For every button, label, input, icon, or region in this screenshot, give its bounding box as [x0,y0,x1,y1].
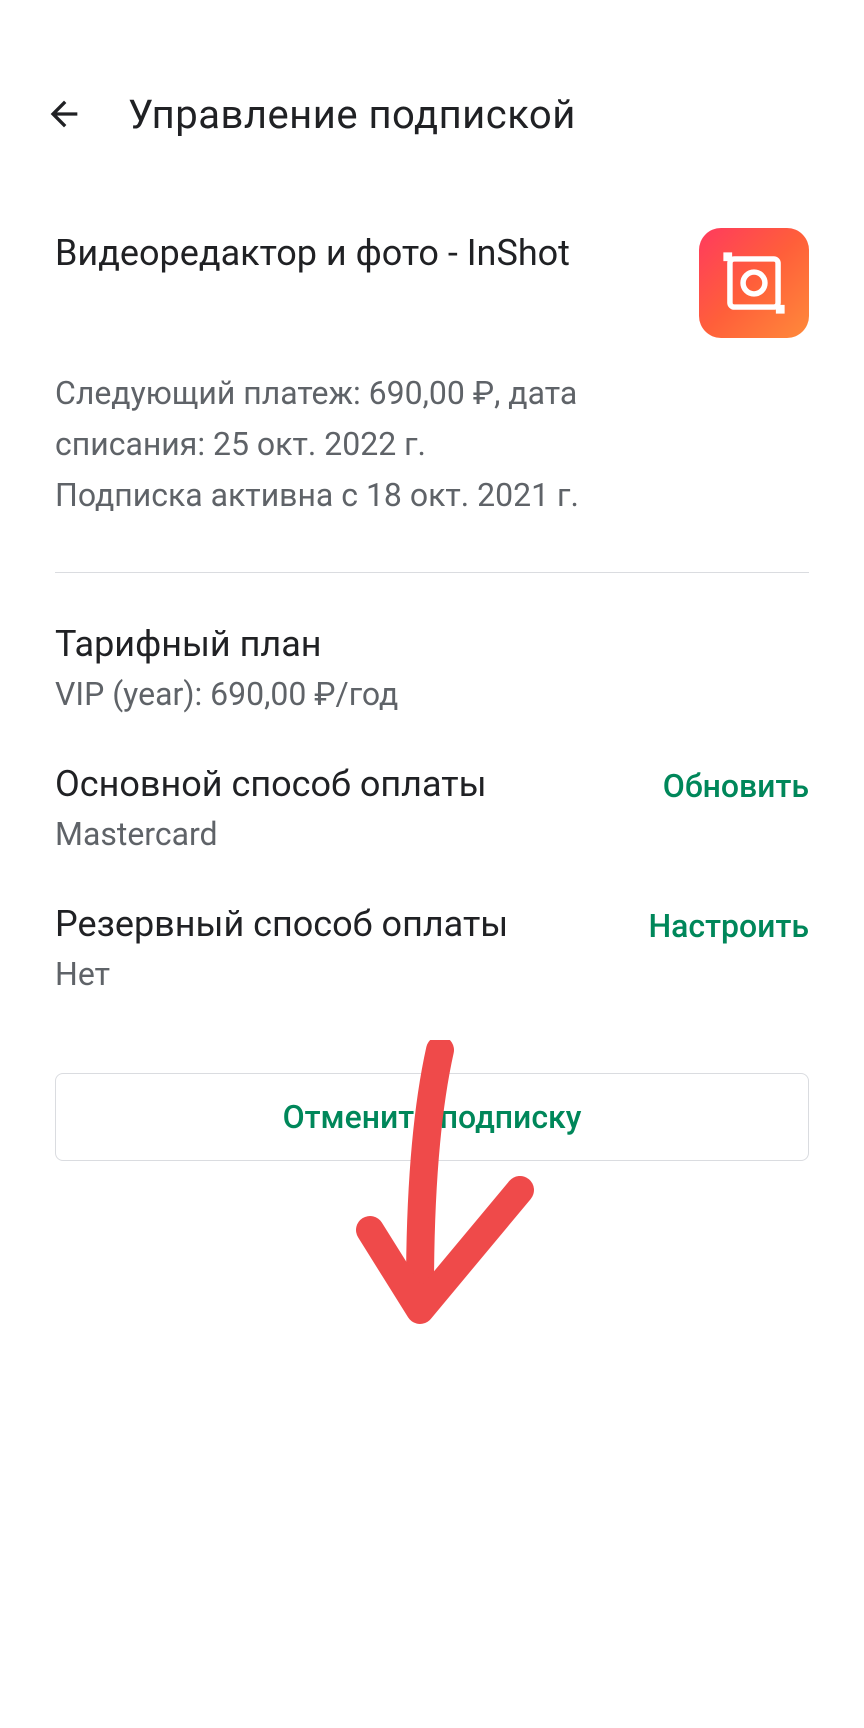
cancel-subscription-button[interactable]: Отменить подписку [55,1073,809,1161]
payment-info: Следующий платеж: 690,00 ₽, дата списани… [55,368,625,522]
app-name: Видеоредактор и фото - InShot [55,228,669,278]
backup-payment-section: Резервный способ оплаты Нет Настроить [0,853,864,993]
primary-payment-title: Основной способ оплаты [55,763,643,805]
arrow-left-icon [44,94,84,134]
primary-payment-value: Mastercard [55,815,643,853]
primary-payment-section: Основной способ оплаты Mastercard Обнови… [0,713,864,853]
app-section: Видеоредактор и фото - InShot Следующий … [0,168,864,522]
backup-payment-value: Нет [55,955,628,993]
update-payment-link[interactable]: Обновить [663,767,809,805]
app-row: Видеоредактор и фото - InShot [55,228,809,338]
plan-title: Тарифный план [55,623,809,665]
next-payment-text: Следующий платеж: 690,00 ₽, дата списани… [55,368,625,470]
backup-payment-title: Резервный способ оплаты [55,903,628,945]
header: Управление подпиской [0,0,864,168]
setup-backup-link[interactable]: Настроить [648,907,809,945]
inshot-icon [719,248,789,318]
active-since-text: Подписка активна с 18 окт. 2021 г. [55,470,625,521]
plan-section: Тарифный план VIP (year): 690,00 ₽/год [0,573,864,713]
plan-value: VIP (year): 690,00 ₽/год [55,675,809,713]
app-icon [699,228,809,338]
page-title: Управление подпиской [128,91,576,138]
back-button[interactable] [40,90,88,138]
